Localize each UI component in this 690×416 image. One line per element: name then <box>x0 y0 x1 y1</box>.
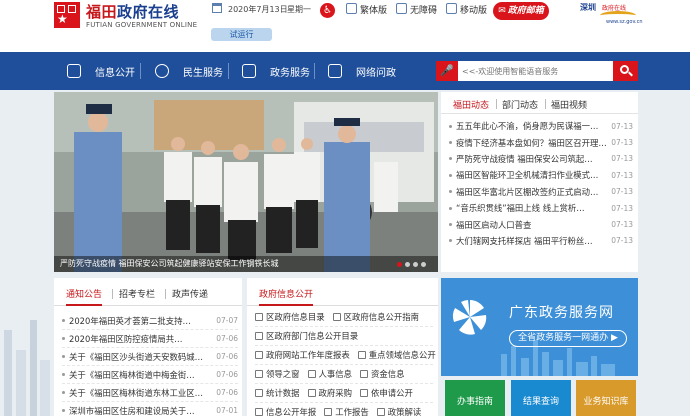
notice-list: 2020年福田英才荟第二批支持… 07-07 2020年福田区防控疫情局共… 07-… <box>62 312 238 416</box>
nav-online-inquiry[interactable]: 网络问政 <box>328 52 396 90</box>
news-tabs: 福田动态 部门动态 福田视频 <box>441 92 638 114</box>
gov-mailbox-button[interactable]: 政府邮箱 <box>493 2 549 20</box>
link-annual-report[interactable]: 信息公开年报 <box>255 406 316 416</box>
chat-icon <box>328 64 342 78</box>
futian-logo-icon[interactable]: ★ <box>54 2 80 28</box>
shenzhen-gov-logo[interactable]: 深圳 政府在线 www.sz.gov.cn <box>580 2 643 25</box>
news-panel: 福田动态 部门动态 福田视频 五五年此心不渝，倘身愿为民谋福一… 07-13 疫情… <box>441 92 638 272</box>
link-key-areas[interactable]: 重点领域信息公开 <box>358 349 436 361</box>
tab-recruitment[interactable]: 招考专栏 <box>119 287 155 300</box>
link-dept-info-catalog[interactable]: 区政府部门信息公开目录 <box>255 330 358 342</box>
microphone-icon[interactable]: 🎤 <box>436 61 458 81</box>
tab-notices[interactable]: 通知公告 <box>66 287 103 306</box>
slide-dot[interactable] <box>413 262 418 267</box>
gd-service-button[interactable]: 全省政务服务一网通办 ▶ <box>509 330 627 347</box>
site-title-en: FUTIAN GOVERNMENT ONLINE <box>86 21 198 29</box>
notice-panel: 通知公告 招考专栏 政声传递 2020年福田英才荟第二批支持… 07-07 202… <box>54 278 242 416</box>
traditional-link[interactable]: 繁体版 <box>346 3 387 16</box>
link-work-report[interactable]: 工作报告 <box>324 406 369 416</box>
skyline-background <box>4 320 50 416</box>
tab-futian-news[interactable]: 福田动态 <box>453 98 489 111</box>
gd-service-banner[interactable]: 广东政务服务网 全省政务服务一网通办 ▶ <box>441 278 638 376</box>
calendar-icon <box>212 3 222 13</box>
link-leaders[interactable]: 领导之窗 <box>255 368 300 380</box>
link-gov-info-guide[interactable]: 区政府信息公开指南 <box>333 311 419 323</box>
search-bar: 🎤 <box>436 61 638 81</box>
search-button[interactable] <box>613 61 638 81</box>
list-item[interactable]: 福田区智能环卫全机械清扫作业模式… 07-13 <box>449 167 633 183</box>
list-item[interactable]: 严防死守战疫情 福田保安公司筑起… 07-13 <box>449 151 633 167</box>
link-policy-interpretation[interactable]: 政策解读 <box>377 406 422 416</box>
gd-service-logo-icon <box>452 300 487 335</box>
slide-dot[interactable] <box>405 262 410 267</box>
slide-caption[interactable]: 严防死守战疫情 福田保安公司筑起健康驿站安保工作钢铁长城 <box>54 256 438 272</box>
result-query-button[interactable]: 结果查询 <box>511 380 571 416</box>
tab-dept-news[interactable]: 部门动态 <box>502 98 538 111</box>
link-procurement[interactable]: 政府采购 <box>308 387 353 399</box>
link-annual-report-table[interactable]: 政府网站工作年度报表 <box>255 349 350 361</box>
list-item[interactable]: 福田区华富北片区棚改签约正式启动… 07-13 <box>449 184 633 200</box>
link-funds[interactable]: 资金信息 <box>360 368 405 380</box>
list-item[interactable]: 疫情下经济基本盘如何？福田区召开理… 07-13 <box>449 134 633 150</box>
site-header: ★ 福田政府在线 FUTIAN GOVERNMENT ONLINE 试运行 20… <box>0 0 690 52</box>
news-slideshow[interactable]: 严防死守战疫情 福田保安公司筑起健康驿站安保工作钢铁长城 <box>54 92 438 272</box>
slide-dot[interactable] <box>421 262 426 267</box>
accessibility-icon[interactable]: ♿ <box>320 3 335 18</box>
info-tabs: 政府信息公开 <box>247 278 438 306</box>
list-item[interactable]: 关于《福田区梅林街道东林工业区… 07-06 <box>62 384 238 402</box>
nav-gov-service[interactable]: 政务服务 <box>242 52 310 90</box>
list-item[interactable]: 五五年此心不渝，倘身愿为民谋福一… 07-13 <box>449 118 633 134</box>
link-on-request[interactable]: 依申请公开 <box>360 387 413 399</box>
list-item[interactable]: “音乐织贯线”福田上线 线上赏析… 07-13 <box>449 200 633 216</box>
news-list: 五五年此心不渝，倘身愿为民谋福一… 07-13 疫情下经济基本盘如何？福田区召开理… <box>449 118 633 249</box>
list-item[interactable]: 2020年福田英才荟第二批支持… 07-07 <box>62 312 238 330</box>
tab-futian-video[interactable]: 福田视频 <box>551 98 587 111</box>
gd-service-title: 广东政务服务网 <box>509 305 614 321</box>
slide-dot[interactable] <box>397 262 402 267</box>
list-icon <box>242 64 256 78</box>
list-item[interactable]: 2020年福田区防控疫情局共… 07-06 <box>62 330 238 348</box>
info-disclosure-panel: 政府信息公开 区政府信息目录 区政府信息公开指南 区政府部门信息公开目录 政府网站… <box>247 278 438 416</box>
list-item[interactable]: 深圳市福田区住房和建设局关于… 07-01 <box>62 402 238 416</box>
list-item[interactable]: 关于《福田区梅林街道中梅金街… 07-06 <box>62 366 238 384</box>
list-item[interactable]: 福田区启动人口普查 07-13 <box>449 216 633 232</box>
tab-gov-info[interactable]: 政府信息公开 <box>259 287 314 306</box>
site-title[interactable]: 福田政府在线 <box>86 1 179 22</box>
link-gov-info-catalog[interactable]: 区政府信息目录 <box>255 311 325 323</box>
slide-dots <box>397 262 426 267</box>
nav-livelihood[interactable]: 民生服务 <box>155 52 223 90</box>
guide-button[interactable]: 办事指南 <box>445 380 505 416</box>
nav-info-disclosure[interactable]: 信息公开 <box>67 52 135 90</box>
mobile-link[interactable]: 移动版 <box>446 3 487 16</box>
current-date: 2020年7月13日 <box>228 5 288 14</box>
slide-photo <box>54 92 438 272</box>
document-icon <box>67 64 81 78</box>
current-weekday: 星期一 <box>287 5 311 14</box>
barrier-free-link[interactable]: 无障碍 <box>396 3 437 16</box>
link-statistics[interactable]: 统计数据 <box>255 387 300 399</box>
info-links: 区政府信息目录 区政府信息公开指南 区政府部门信息公开目录 政府网站工作年度报表重… <box>255 308 436 416</box>
trial-badge: 试运行 <box>211 28 272 41</box>
list-item[interactable]: 大们辖网支托样探店 福田平行粉丝… 07-13 <box>449 233 633 249</box>
knowledge-base-button[interactable]: 业务知识库 <box>576 380 636 416</box>
link-personnel[interactable]: 人事信息 <box>308 368 353 380</box>
list-item[interactable]: 关于《福田区沙头街道天安数码城… 07-06 <box>62 348 238 366</box>
search-input[interactable] <box>458 61 613 81</box>
thumbs-up-icon <box>155 64 169 78</box>
notice-tabs: 通知公告 招考专栏 政声传递 <box>54 278 242 306</box>
tab-gov-voice[interactable]: 政声传递 <box>172 287 208 300</box>
